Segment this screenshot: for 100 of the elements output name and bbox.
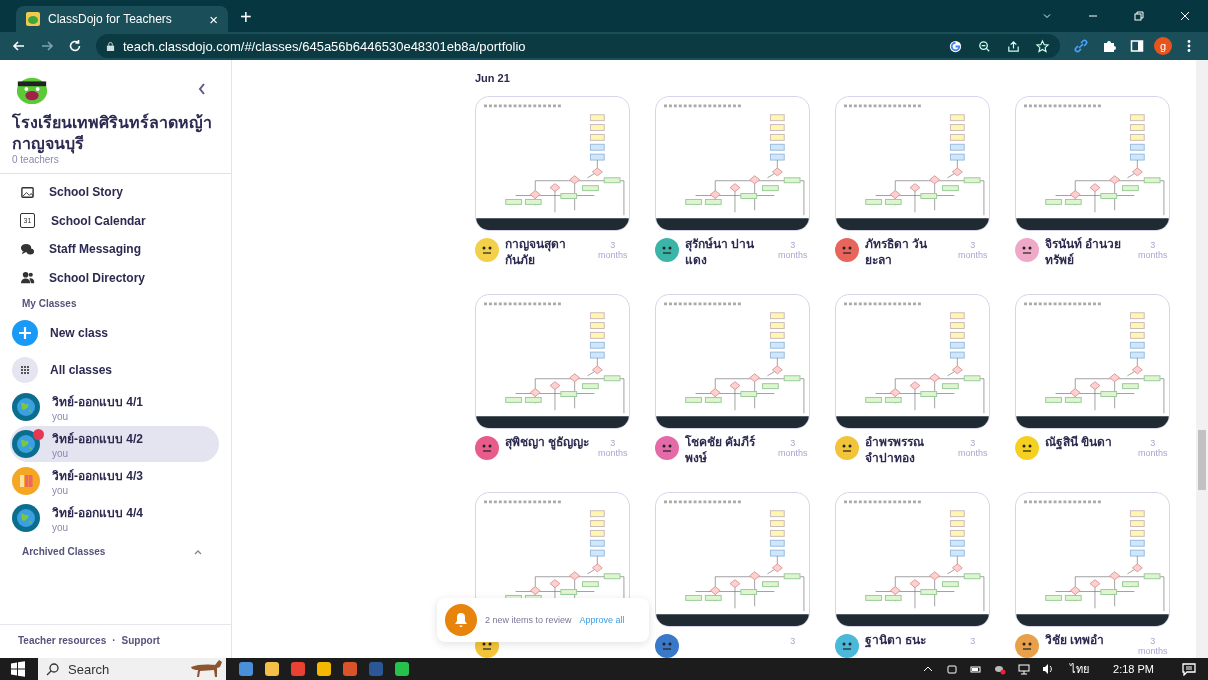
post-time: 3 months: [776, 438, 809, 458]
flowchart-thumbnail-drawing[interactable]: [475, 96, 630, 231]
flowchart-thumbnail-drawing[interactable]: [1015, 492, 1170, 627]
speaker-icon[interactable]: [1042, 663, 1055, 675]
app-icon[interactable]: [264, 661, 280, 677]
class-owner: you: [52, 448, 70, 459]
sidebar-action[interactable]: New class: [10, 315, 219, 351]
date-heading: Jun 21: [475, 72, 511, 84]
section-heading: My Classes: [22, 298, 78, 309]
restore-icon[interactable]: [1133, 10, 1145, 22]
flowchart-thumbnail-drawing[interactable]: [1015, 294, 1170, 429]
app-icon[interactable]: [342, 661, 358, 677]
scroll-thumb[interactable]: [1198, 430, 1206, 490]
globe-icon: [12, 504, 40, 532]
tab-title: ClassDojo for Teachers: [48, 12, 173, 26]
post-time: 3: [969, 636, 977, 646]
teacher-count: 0 teachers: [12, 154, 60, 165]
close-tab-button[interactable]: ×: [209, 10, 218, 28]
app-icon[interactable]: [316, 661, 332, 677]
post-time: 3 months: [776, 240, 809, 260]
people-icon: [20, 270, 35, 286]
chat-bubbles-icon: [20, 241, 35, 257]
flowchart-thumbnail-drawing[interactable]: [835, 96, 990, 231]
app-icon[interactable]: [238, 661, 254, 677]
search-icon: [46, 662, 60, 676]
class-owner: you: [52, 411, 70, 422]
student-name: สุพิชญา ชูธัญญะ: [505, 434, 590, 450]
class-item[interactable]: วิทย์-ออกแบบ 4/1 you: [10, 389, 219, 425]
post-time: 3 months: [1136, 438, 1169, 458]
windows-logo-icon[interactable]: [10, 661, 26, 677]
scrollbar[interactable]: [1196, 60, 1208, 658]
post-time: 3 months: [956, 438, 989, 458]
post-time: 3 months: [956, 240, 989, 260]
class-name: วิทย์-ออกแบบ 4/3: [52, 468, 143, 485]
class-item[interactable]: วิทย์-ออกแบบ 4/4 you: [10, 500, 219, 536]
post-time: 3 months: [596, 438, 629, 458]
plus-circle-icon: [12, 320, 38, 346]
sidebar-action[interactable]: All classes: [10, 352, 219, 388]
flowchart-thumbnail-drawing[interactable]: [655, 294, 810, 429]
star-icon[interactable]: [1035, 38, 1050, 54]
flowchart-thumbnail-drawing[interactable]: [655, 492, 810, 627]
sidebar-nav-item[interactable]: School Story: [12, 178, 219, 207]
google-logo-icon[interactable]: [948, 38, 963, 54]
student-name: กาญจนสุดา กันภัย: [505, 236, 567, 268]
archived-classes-label: Archived Classes: [22, 546, 106, 557]
class-name: วิทย์-ออกแบบ 4/2: [52, 431, 143, 448]
footer-link[interactable]: Teacher resources: [18, 635, 107, 646]
browser-tab[interactable]: ClassDojo for Teachers ×: [16, 6, 228, 32]
bell-icon: [445, 604, 477, 636]
flowchart-thumbnail-drawing[interactable]: [835, 294, 990, 429]
picture-icon: [20, 184, 35, 200]
app-icon[interactable]: [394, 661, 410, 677]
student-name: อำพรพรรณ จำปาทอง: [865, 434, 925, 466]
flowchart-thumbnail-drawing[interactable]: [475, 294, 630, 429]
separator-dot: ·: [112, 635, 116, 646]
books-icon: [12, 467, 40, 495]
class-name: วิทย์-ออกแบบ 4/4: [52, 505, 143, 522]
flowchart-thumbnail-drawing[interactable]: [1015, 96, 1170, 231]
address-bar[interactable]: teach.classdojo.com/#/classes/645a56b6446530e48301eb8a/portfolio: [96, 34, 1060, 58]
post-time: 3 months: [596, 240, 629, 260]
sidebar-nav-item[interactable]: Staff Messaging: [12, 235, 219, 264]
post-time: 3 months: [1136, 240, 1169, 260]
profile-avatar[interactable]: g: [1154, 37, 1172, 55]
class-owner: you: [52, 522, 70, 533]
class-item[interactable]: วิทย์-ออกแบบ 4/3 you: [10, 463, 219, 499]
cloud-error-icon[interactable]: [994, 663, 1007, 675]
globe-icon: [12, 430, 40, 458]
school-name: โรงเรียนเทพศิรินทร์ลาดหญ้า กาญจนบุรี: [12, 112, 213, 154]
student-name: โชคชัย คัมภีร์พงษ์: [685, 434, 757, 466]
language-indicator[interactable]: ไทย: [1070, 660, 1090, 678]
battery-icon[interactable]: [970, 663, 983, 675]
notification-icon[interactable]: [1182, 662, 1196, 676]
url-text: teach.classdojo.com/#/classes/645a56b6446530e48301eb8a/portfolio: [123, 38, 526, 54]
student-name: จิรนันท์ อำนวยทรัพย์: [1045, 236, 1123, 268]
collapse-chevron-icon[interactable]: [197, 82, 207, 96]
footer-link[interactable]: Support: [121, 635, 160, 646]
class-item[interactable]: วิทย์-ออกแบบ 4/2 you: [10, 426, 219, 462]
class-name: วิทย์-ออกแบบ 4/1: [52, 394, 143, 411]
student-name: ฐานิตา ธนะ: [865, 632, 928, 648]
student-name: วิชัย เทพอำ: [1045, 632, 1106, 648]
share-icon[interactable]: [1006, 38, 1021, 54]
new-tab-button[interactable]: +: [240, 6, 252, 29]
grid-icon: [12, 357, 38, 383]
network-icon[interactable]: [1018, 663, 1031, 675]
student-name: ภัทรธิดา วันยะลา: [865, 236, 929, 268]
flowchart-thumbnail-drawing[interactable]: [835, 492, 990, 627]
sidebar-nav-item[interactable]: School Directory: [12, 263, 219, 292]
post-time: 3 months: [1136, 636, 1169, 656]
taskbar-search-field[interactable]: Search: [38, 658, 226, 680]
camera-icon[interactable]: [946, 663, 959, 675]
class-owner: you: [52, 485, 70, 496]
clock[interactable]: 2:18 PM: [1113, 663, 1154, 675]
app-icon[interactable]: [290, 661, 306, 677]
post-time: 3: [789, 636, 797, 646]
student-name: สุรักษ์นา ปานแดง: [685, 236, 756, 268]
lock-icon: [106, 40, 115, 52]
archived-classes-toggle[interactable]: Archived Classes: [22, 546, 203, 557]
flowchart-thumbnail-drawing[interactable]: [655, 96, 810, 231]
close-icon[interactable]: [1179, 10, 1191, 22]
zoom-icon[interactable]: [977, 38, 992, 54]
